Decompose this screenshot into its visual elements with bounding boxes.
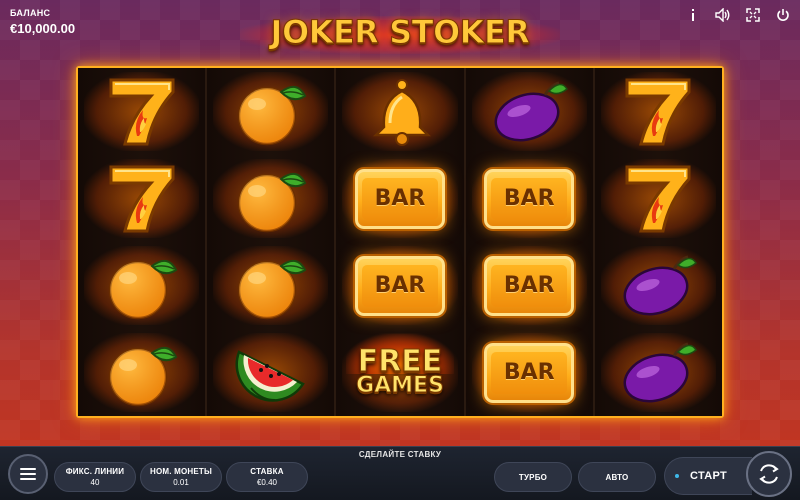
plum-icon (623, 255, 698, 315)
orange-icon (237, 172, 307, 232)
reel-3: BAR BAR FREE GAMES (336, 68, 466, 416)
seven-icon (625, 78, 691, 145)
bar-tile: BAR (355, 168, 445, 229)
spin-icon (759, 464, 779, 484)
orange-symbol (207, 242, 334, 329)
bar-symbol: BAR (336, 155, 463, 242)
watermelon-icon (235, 349, 305, 402)
reel-1 (78, 68, 208, 416)
bar-symbol: BAR (466, 329, 593, 416)
bar-label: BAR (491, 351, 568, 394)
power-icon[interactable] (774, 6, 792, 24)
reel-4: BAR BAR BAR (465, 68, 595, 416)
bar-tile: BAR (355, 255, 445, 316)
bar-symbol: BAR (466, 155, 593, 242)
reel-2 (207, 68, 337, 416)
plum-symbol (466, 68, 593, 155)
seven-symbol (78, 68, 205, 155)
plum-symbol (595, 329, 722, 416)
bar-label: BAR (491, 177, 568, 220)
balance-label: БАЛАНС (10, 8, 51, 18)
start-button[interactable]: СТАРТ (664, 457, 752, 495)
menu-button[interactable] (8, 454, 48, 494)
bar-tile: BAR (484, 255, 575, 316)
coin-value-label: НОМ. МОНЕТЫ (149, 467, 213, 476)
seven-icon (625, 165, 691, 232)
fullscreen-icon[interactable] (744, 6, 762, 24)
game-title: JOKER STOKER (270, 13, 530, 52)
orange-symbol (207, 155, 334, 242)
bet-label: СТАВКА (250, 467, 284, 476)
coin-value-control[interactable]: НОМ. МОНЕТЫ 0.01 (140, 462, 222, 492)
bar-symbol: BAR (466, 242, 593, 329)
free-games-symbol: FREE GAMES (336, 329, 463, 416)
info-icon[interactable] (684, 6, 702, 24)
free-games-text: FREE GAMES (346, 333, 454, 399)
bar-tile: BAR (484, 168, 575, 229)
seven-symbol (595, 155, 722, 242)
auto-button[interactable]: АВТО (578, 462, 656, 492)
seven-icon (109, 78, 175, 145)
control-bar: СДЕЛАЙТЕ СТАВКУ ФИКС. ЛИНИИ 40 НОМ. МОНЕ… (0, 446, 800, 500)
bar-symbol: BAR (336, 242, 463, 329)
coin-value-value: 0.01 (173, 478, 189, 487)
fixed-lines-value: 40 (90, 478, 100, 487)
watermelon-symbol (207, 329, 334, 416)
free-games-line2: GAMES (356, 373, 445, 399)
seven-symbol (595, 68, 722, 155)
sound-icon[interactable] (714, 6, 732, 24)
orange-icon (108, 346, 177, 406)
hamburger-icon (20, 468, 36, 480)
turbo-label: ТУРБО (518, 472, 548, 482)
orange-symbol (78, 329, 205, 416)
orange-symbol (78, 242, 205, 329)
reels-area: BAR BAR FREE GAMES BAR BAR BAR (76, 66, 724, 418)
plum-icon (494, 81, 569, 141)
start-indicator-dot (675, 474, 679, 478)
bet-control[interactable]: СТАВКА €0.40 (226, 462, 308, 492)
orange-symbol (207, 68, 334, 155)
reel-5 (594, 68, 723, 416)
orange-icon (237, 259, 307, 319)
bar-tile: BAR (484, 342, 575, 403)
fixed-lines-control[interactable]: ФИКС. ЛИНИИ 40 (54, 462, 136, 492)
bar-label: BAR (491, 264, 568, 307)
auto-label: АВТО (605, 472, 629, 482)
game-logo: JOKER STOKER (230, 10, 570, 54)
bell-symbol (336, 68, 463, 155)
plum-icon (623, 342, 698, 402)
bar-label: BAR (362, 177, 438, 220)
balance-panel: БАЛАНС €10,000.00 (10, 8, 75, 36)
spin-button[interactable] (746, 451, 792, 497)
fixed-lines-label: ФИКС. ЛИНИИ (65, 467, 125, 476)
balance-value: €10,000.00 (10, 21, 76, 36)
bet-value: €0.40 (256, 478, 278, 487)
seven-symbol (78, 155, 205, 242)
orange-icon (108, 259, 177, 319)
top-controls (684, 6, 792, 24)
turbo-button[interactable]: ТУРБО (494, 462, 572, 492)
orange-icon (237, 85, 307, 145)
seven-icon (109, 165, 175, 232)
plum-symbol (595, 242, 722, 329)
bar-label: BAR (362, 264, 438, 307)
start-label: СТАРТ (689, 470, 728, 482)
bell-icon (372, 78, 432, 146)
